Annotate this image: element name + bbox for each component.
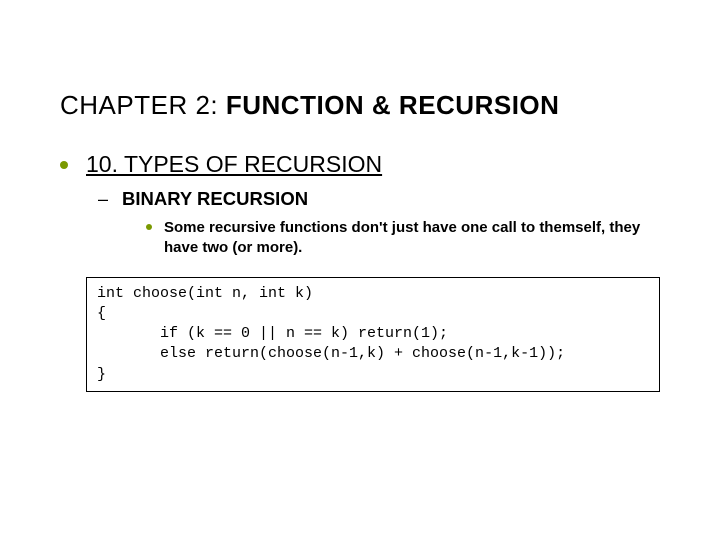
body-text: Some recursive functions don't just have… [164,218,654,259]
subsection-row: – BINARY RECURSION [98,188,670,210]
section-heading: 10. TYPES OF RECURSION [86,151,382,178]
bullet-icon [60,161,68,169]
section-row: 10. TYPES OF RECURSION [60,151,670,178]
chapter-title: CHAPTER 2: FUNCTION & RECURSION [60,90,670,121]
subsection-heading: BINARY RECURSION [122,188,308,210]
bullet-icon [146,224,152,230]
title-prefix: CHAPTER 2: [60,90,226,120]
title-bold: FUNCTION & RECURSION [226,90,560,120]
dash-icon: – [98,189,108,210]
body-row: Some recursive functions don't just have… [146,218,670,259]
code-block: int choose(int n, int k) { if (k == 0 ||… [86,277,660,392]
slide: CHAPTER 2: FUNCTION & RECURSION 10. TYPE… [0,0,720,392]
